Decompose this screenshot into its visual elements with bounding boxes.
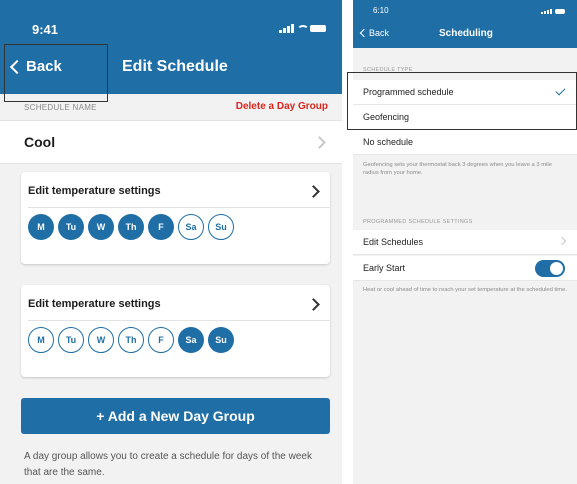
early-start-note: Heat or cool ahead of time to reach your… bbox=[363, 287, 567, 293]
day-toggle-tu[interactable]: Tu bbox=[58, 214, 84, 240]
day-group-card: Edit temperature settings M Tu W Th F Sa Su bbox=[21, 172, 330, 264]
edit-schedules-row[interactable]: Edit Schedules bbox=[353, 230, 577, 255]
back-label: Back bbox=[369, 28, 390, 38]
chevron-right-icon[interactable] bbox=[307, 185, 320, 198]
day-toggle-sa[interactable]: Sa bbox=[178, 214, 204, 240]
status-icons bbox=[541, 9, 565, 14]
signal-icon bbox=[541, 9, 552, 14]
wifi-icon bbox=[297, 24, 309, 33]
day-toggle-m[interactable]: M bbox=[28, 214, 54, 240]
section-label-programmed-settings: PROGRAMMED SCHEDULE SETTINGS bbox=[363, 219, 473, 225]
day-group-card: Edit temperature settings M Tu W Th F Sa Su bbox=[21, 285, 330, 377]
edit-schedules-label: Edit Schedules bbox=[363, 237, 424, 247]
chevron-left-icon bbox=[359, 28, 369, 38]
back-button-highlight bbox=[4, 44, 108, 102]
day-toggle-sa[interactable]: Sa bbox=[178, 327, 204, 353]
day-toggle-tu[interactable]: Tu bbox=[58, 327, 84, 353]
page-title: Scheduling bbox=[439, 28, 493, 39]
option-no-schedule[interactable]: No schedule bbox=[353, 130, 577, 155]
battery-icon bbox=[555, 9, 565, 14]
day-toggle-w[interactable]: W bbox=[88, 214, 114, 240]
chevron-right-icon bbox=[557, 236, 567, 246]
day-toggle-m[interactable]: M bbox=[28, 327, 54, 353]
schedule-type-highlight bbox=[347, 72, 577, 130]
status-icons bbox=[279, 24, 326, 33]
signal-icon bbox=[279, 24, 294, 33]
divider bbox=[28, 320, 330, 321]
status-time: 9:41 bbox=[32, 22, 59, 37]
day-selector: M Tu W Th F Sa Su bbox=[28, 327, 234, 353]
chevron-right-icon bbox=[313, 136, 326, 149]
early-start-label: Early Start bbox=[363, 263, 406, 273]
day-toggle-su[interactable]: Su bbox=[208, 214, 234, 240]
early-start-toggle[interactable] bbox=[535, 260, 565, 277]
day-toggle-th[interactable]: Th bbox=[118, 327, 144, 353]
delete-day-group-button[interactable]: Delete a Day Group bbox=[236, 101, 328, 112]
edit-temperature-settings-link[interactable]: Edit temperature settings bbox=[28, 185, 161, 197]
day-toggle-f[interactable]: F bbox=[148, 327, 174, 353]
chevron-right-icon[interactable] bbox=[307, 298, 320, 311]
nav-bar: 6:10 Back Scheduling bbox=[353, 0, 577, 48]
edit-temperature-settings-link[interactable]: Edit temperature settings bbox=[28, 298, 161, 310]
status-time: 6:10 bbox=[373, 6, 389, 15]
day-selector: M Tu W Th F Sa Su bbox=[28, 214, 234, 240]
divider bbox=[28, 207, 330, 208]
page-title: Edit Schedule bbox=[122, 58, 228, 75]
battery-icon bbox=[310, 25, 326, 32]
geofencing-note: Geofencing sets your thermostat back 3 d… bbox=[363, 162, 552, 176]
schedule-name-row[interactable]: Cool bbox=[0, 120, 342, 164]
schedule-name-value: Cool bbox=[24, 134, 56, 150]
day-toggle-th[interactable]: Th bbox=[118, 214, 144, 240]
day-toggle-f[interactable]: F bbox=[148, 214, 174, 240]
day-toggle-w[interactable]: W bbox=[88, 327, 114, 353]
section-label-schedule-name: SCHEDULE NAME bbox=[24, 103, 97, 112]
day-toggle-su[interactable]: Su bbox=[208, 327, 234, 353]
option-label: No schedule bbox=[363, 137, 414, 147]
add-day-group-button[interactable]: + Add a New Day Group bbox=[21, 398, 330, 434]
day-group-help-text: A day group allows you to create a sched… bbox=[24, 451, 312, 478]
back-button[interactable]: Back bbox=[359, 28, 390, 38]
early-start-row: Early Start bbox=[353, 256, 577, 281]
